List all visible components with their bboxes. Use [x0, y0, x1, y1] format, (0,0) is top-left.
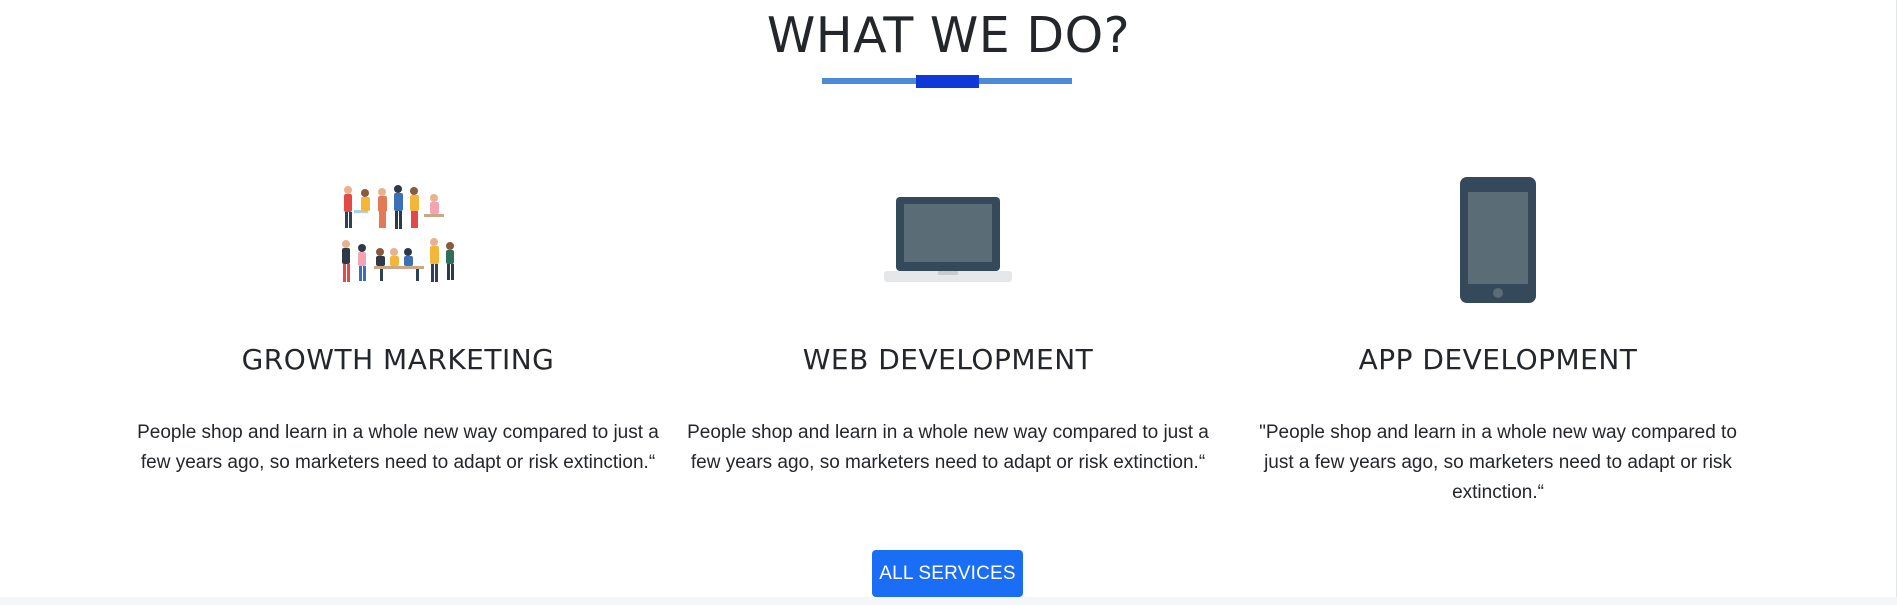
service-title: WEB DEVELOPMENT: [802, 343, 1094, 376]
all-services-button[interactable]: ALL SERVICES: [872, 550, 1023, 597]
team-illustration-icon: [133, 170, 663, 310]
service-card-growth-marketing: GROWTH MARKETING People shop and learn i…: [133, 170, 663, 478]
laptop-icon: [683, 170, 1213, 310]
service-description: "People shop and learn in a whole new wa…: [1259, 422, 1737, 503]
services-section: WHAT WE DO? GROWTH MARKETING People shop…: [0, 0, 1897, 597]
section-title: WHAT WE DO?: [766, 7, 1131, 64]
service-card-web-development: WEB DEVELOPMENT People shop and learn in…: [683, 170, 1213, 478]
title-underline-accent: [916, 75, 979, 88]
service-card-app-development: APP DEVELOPMENT "People shop and learn i…: [1233, 170, 1763, 508]
service-description: People shop and learn in a whole new way…: [137, 422, 659, 473]
service-title: GROWTH MARKETING: [241, 343, 555, 376]
smartphone-icon: [1233, 170, 1763, 310]
service-title: APP DEVELOPMENT: [1358, 343, 1638, 376]
service-description: People shop and learn in a whole new way…: [687, 422, 1209, 473]
